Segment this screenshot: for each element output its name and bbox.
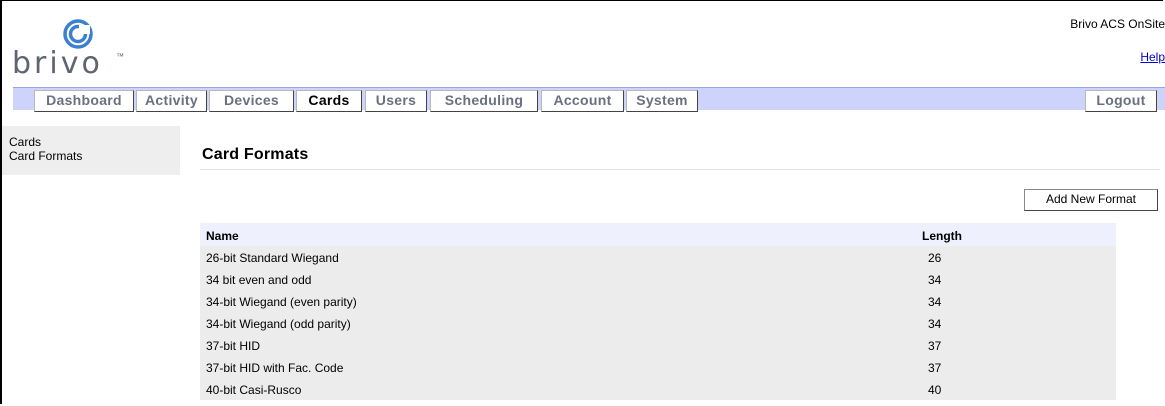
- cell-name: 37-bit HID with Fac. Code: [206, 361, 344, 375]
- tab-system[interactable]: System: [626, 90, 698, 112]
- add-new-format-button[interactable]: Add New Format: [1024, 189, 1158, 211]
- cell-length: 34: [928, 317, 942, 331]
- main-nav-bar: Dashboard Activity Devices Cards Users S…: [13, 87, 1165, 112]
- cell-length: 37: [928, 361, 942, 375]
- tab-activity[interactable]: Activity: [136, 90, 207, 112]
- logout-button[interactable]: Logout: [1085, 90, 1157, 112]
- table-row[interactable]: 34-bit Wiegand (odd parity) 34: [200, 312, 1116, 334]
- trademark-mark: ™: [116, 52, 124, 61]
- brand-text: brivo: [12, 46, 103, 81]
- table-row[interactable]: 37-bit HID 37: [200, 334, 1116, 356]
- tab-devices[interactable]: Devices: [209, 90, 294, 112]
- tab-dashboard[interactable]: Dashboard: [34, 90, 134, 112]
- cell-length: 34: [928, 273, 942, 287]
- tab-users[interactable]: Users: [365, 90, 427, 112]
- cell-name: 34 bit even and odd: [206, 273, 312, 287]
- table-row[interactable]: 34 bit even and odd 34: [200, 268, 1116, 290]
- table-header: Name Length: [200, 223, 1116, 246]
- table-row[interactable]: 26-bit Standard Wiegand 26: [200, 246, 1116, 268]
- cell-length: 34: [928, 295, 942, 309]
- tab-account[interactable]: Account: [541, 90, 624, 112]
- card-formats-table: Name Length 26-bit Standard Wiegand 26 3…: [200, 223, 1116, 400]
- column-header-length[interactable]: Length: [922, 229, 962, 243]
- help-link[interactable]: Help: [1140, 50, 1165, 64]
- brivo-swirl-icon: [63, 19, 93, 49]
- table-row[interactable]: 34-bit Wiegand (even parity) 34: [200, 290, 1116, 312]
- cell-length: 37: [928, 339, 942, 353]
- sidebar-item-card-formats[interactable]: Card Formats: [9, 149, 82, 163]
- title-divider: [200, 169, 1160, 170]
- app-name: Brivo ACS OnSite: [1070, 17, 1165, 31]
- table-row[interactable]: 40-bit Casi-Rusco 40: [200, 378, 1116, 400]
- column-header-name[interactable]: Name: [206, 229, 239, 243]
- cell-name: 34-bit Wiegand (odd parity): [206, 317, 351, 331]
- tab-scheduling[interactable]: Scheduling: [430, 90, 538, 112]
- sidebar: Cards Card Formats: [2, 126, 180, 175]
- sidebar-item-cards[interactable]: Cards: [9, 135, 41, 149]
- cell-name: 26-bit Standard Wiegand: [206, 251, 339, 265]
- cell-length: 40: [928, 383, 942, 397]
- cell-name: 37-bit HID: [206, 339, 261, 353]
- table-row[interactable]: 37-bit HID with Fac. Code 37: [200, 356, 1116, 378]
- cell-name: 40-bit Casi-Rusco: [206, 383, 302, 397]
- cell-length: 26: [928, 251, 942, 265]
- brivo-logo: brivo ™: [12, 19, 124, 81]
- page-title: Card Formats: [202, 146, 309, 163]
- tab-cards[interactable]: Cards: [296, 90, 362, 112]
- cell-name: 34-bit Wiegand (even parity): [206, 295, 357, 309]
